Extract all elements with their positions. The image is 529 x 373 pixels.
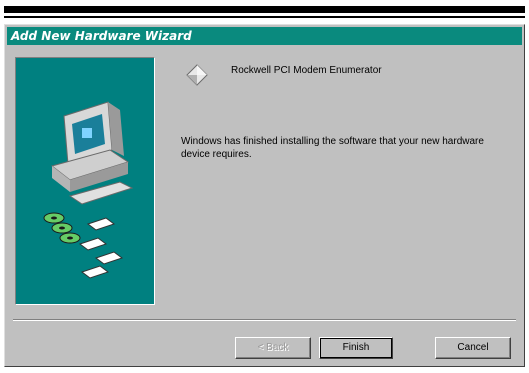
dialog-title: Add New Hardware Wizard: [11, 29, 192, 43]
finish-button[interactable]: Finish: [319, 337, 393, 359]
button-divider: [13, 319, 516, 321]
completion-message: Windows has finished installing the soft…: [181, 136, 484, 160]
dialog-title-bar[interactable]: Add New Hardware Wizard: [7, 27, 522, 45]
document-rule-thin: [4, 16, 525, 18]
hardware-device-icon: [186, 64, 208, 86]
wizard-side-panel: [15, 57, 155, 305]
cancel-button[interactable]: Cancel: [435, 337, 511, 359]
computer-illustration-icon: [43, 101, 134, 279]
back-button[interactable]: < Back: [235, 337, 311, 359]
wizard-dialog: Add New Hardware Wizard Rockwell PCI Mod…: [4, 24, 525, 367]
device-name-label: Rockwell PCI Modem Enumerator: [231, 65, 382, 76]
document-rule-thick: [4, 6, 525, 13]
